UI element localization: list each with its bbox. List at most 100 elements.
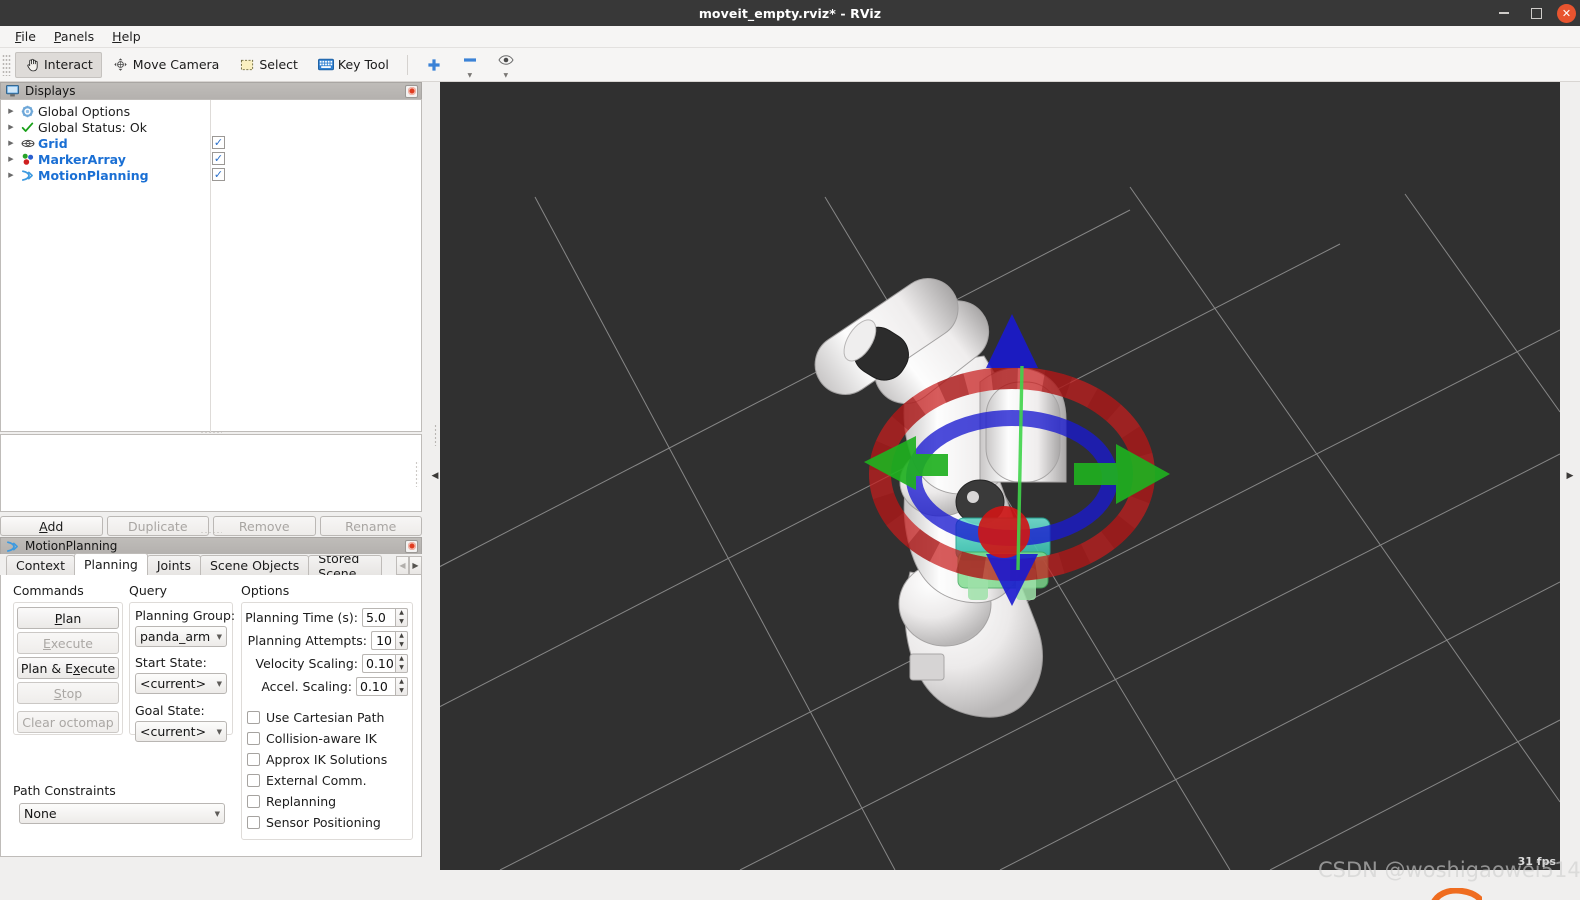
tab-joints[interactable]: Joints bbox=[146, 555, 201, 575]
chevron-down-icon-focus[interactable]: ▼ bbox=[504, 72, 509, 78]
planning-attempts-stepper[interactable]: ▲ ▼ bbox=[395, 631, 408, 650]
collision-aware-ik-label: Collision-aware IK bbox=[266, 731, 377, 746]
stop-button[interactable]: Stop bbox=[17, 682, 119, 704]
tab-planning[interactable]: Planning bbox=[73, 553, 148, 575]
right-dock-collapse-handle[interactable]: ▶ bbox=[1560, 82, 1580, 870]
velocity-scaling-spinner[interactable]: 0.10 ▲ ▼ bbox=[362, 654, 408, 673]
menu-file[interactable]: File bbox=[6, 27, 45, 46]
expand-arrow-icon[interactable]: ▶ bbox=[3, 139, 19, 147]
velocity-scaling-stepper[interactable]: ▲ ▼ bbox=[395, 654, 408, 673]
sensor-positioning-checkbox[interactable] bbox=[247, 816, 260, 829]
select-rectangle-icon bbox=[239, 57, 255, 73]
planning-time-spinner[interactable]: 5.0 ▲ ▼ bbox=[362, 608, 408, 627]
accel-scaling-stepper[interactable]: ▲ ▼ bbox=[395, 677, 408, 696]
tool-select[interactable]: Select bbox=[230, 52, 307, 78]
splitter-grip-dots bbox=[433, 424, 437, 446]
collision-aware-ik-checkbox[interactable] bbox=[247, 732, 260, 745]
display-item-motionplanning[interactable]: ▶ MotionPlanning ✓ bbox=[1, 167, 421, 183]
tab-stored-scene[interactable]: Stored Scene bbox=[308, 555, 383, 575]
start-state-combo[interactable]: <current> ▼ bbox=[135, 673, 227, 694]
planning-group-combo[interactable]: panda_arm ▼ bbox=[135, 626, 227, 647]
render-viewport-3d[interactable]: 31 fps bbox=[440, 82, 1560, 870]
goal-state-combo[interactable]: <current> ▼ bbox=[135, 721, 227, 742]
tab-scroll-left-button[interactable]: ◀ bbox=[396, 555, 409, 575]
chevron-down-icon: ▼ bbox=[216, 679, 222, 688]
chevron-down-icon[interactable]: ▼ bbox=[468, 72, 473, 78]
check-icon bbox=[19, 121, 36, 134]
menu-help[interactable]: Help bbox=[103, 27, 150, 46]
display-checkbox-motionplanning[interactable]: ✓ bbox=[212, 168, 225, 181]
approx-ik-solutions-row[interactable]: Approx IK Solutions bbox=[247, 750, 387, 769]
display-label-markerarray: MarkerArray bbox=[38, 151, 126, 167]
stop-button-mnemonic: S bbox=[53, 685, 62, 701]
display-checkbox-grid[interactable]: ✓ bbox=[212, 136, 225, 149]
maximize-button[interactable] bbox=[1525, 2, 1547, 24]
execute-button[interactable]: Execute bbox=[17, 632, 119, 654]
display-properties-area[interactable] bbox=[0, 434, 422, 512]
stepper-down-icon: ▼ bbox=[399, 686, 404, 694]
display-item-markerarray[interactable]: ▶ MarkerArray ✓ bbox=[1, 151, 421, 167]
tab-scroll-right-button[interactable]: ▶ bbox=[409, 555, 422, 575]
stepper-up-icon: ▲ bbox=[399, 609, 404, 617]
display-item-global-options[interactable]: ▶ Global Options bbox=[1, 103, 421, 119]
start-state-label: Start State: bbox=[135, 655, 207, 670]
toolbar: Interact Move Camera Select Key Tool ▼ ▼ bbox=[0, 48, 1580, 82]
expand-arrow-icon[interactable]: ▶ bbox=[3, 155, 19, 163]
menu-panels[interactable]: Panels bbox=[45, 27, 103, 46]
expand-arrow-icon[interactable]: ▶ bbox=[3, 171, 19, 179]
window-controls: ✕ bbox=[1493, 0, 1576, 26]
display-item-global-status[interactable]: ▶ Global Status: Ok bbox=[1, 119, 421, 135]
toolbar-drag-handle[interactable] bbox=[2, 53, 11, 76]
tab-scene-objects[interactable]: Scene Objects bbox=[199, 555, 310, 575]
replanning-checkbox[interactable] bbox=[247, 795, 260, 808]
plan-and-execute-button[interactable]: Plan & Execute bbox=[17, 657, 119, 679]
motionplanning-splitter[interactable] bbox=[0, 529, 422, 535]
stepper-down-icon: ▼ bbox=[399, 617, 404, 625]
expand-arrow-icon[interactable]: ▶ bbox=[3, 107, 19, 115]
tool-interact[interactable]: Interact bbox=[15, 51, 102, 78]
planning-time-label: Planning Time (s): bbox=[245, 610, 358, 625]
external-comm-checkbox[interactable] bbox=[247, 774, 260, 787]
collision-aware-ik-row[interactable]: Collision-aware IK bbox=[247, 729, 377, 748]
tool-move-camera[interactable]: Move Camera bbox=[104, 52, 229, 78]
use-cartesian-path-row[interactable]: Use Cartesian Path bbox=[247, 708, 384, 727]
motionplanning-panel-close-icon[interactable] bbox=[405, 539, 418, 553]
accel-scaling-value: 0.10 bbox=[356, 677, 395, 696]
velocity-scaling-label: Velocity Scaling: bbox=[255, 656, 359, 671]
minimize-button[interactable] bbox=[1493, 2, 1515, 24]
expand-arrow-icon[interactable]: ▶ bbox=[3, 123, 19, 131]
chevron-left-icon[interactable]: ◀ bbox=[432, 471, 439, 481]
sensor-positioning-row[interactable]: Sensor Positioning bbox=[247, 813, 381, 832]
use-cartesian-path-checkbox[interactable] bbox=[247, 711, 260, 724]
tab-joints-label: Joints bbox=[156, 558, 191, 573]
zoom-out-button[interactable]: ▼ bbox=[453, 52, 487, 78]
display-item-grid[interactable]: ▶ Grid ✓ bbox=[1, 135, 421, 151]
external-comm-label: External Comm. bbox=[266, 773, 367, 788]
external-comm-row[interactable]: External Comm. bbox=[247, 771, 367, 790]
displays-panel-close-icon[interactable] bbox=[405, 84, 418, 98]
left-dock-collapse-handle[interactable]: ◀ bbox=[430, 82, 440, 870]
accel-scaling-label: Accel. Scaling: bbox=[261, 679, 352, 694]
approx-ik-solutions-checkbox[interactable] bbox=[247, 753, 260, 766]
plan-button[interactable]: Plan bbox=[17, 607, 119, 629]
path-constraints-combo[interactable]: None ▼ bbox=[19, 803, 225, 824]
accel-scaling-spinner[interactable]: 0.10 ▲ ▼ bbox=[356, 677, 408, 696]
properties-resize-grip[interactable] bbox=[415, 461, 419, 487]
tool-interact-label: Interact bbox=[44, 57, 93, 72]
chevron-right-icon[interactable]: ▶ bbox=[1567, 471, 1574, 481]
plan-exec-pre: Plan & E bbox=[20, 660, 74, 676]
planning-attempts-row: Planning Attempts: 10 ▲ ▼ bbox=[246, 631, 408, 650]
zoom-in-button[interactable] bbox=[417, 52, 451, 78]
tab-context[interactable]: Context bbox=[6, 555, 75, 575]
execute-button-mnemonic: E bbox=[43, 635, 51, 651]
goal-state-label: Goal State: bbox=[135, 703, 205, 718]
displays-tree[interactable]: ▶ Global Options ▶ Global Status: Ok ▶ G… bbox=[0, 99, 422, 433]
replanning-row[interactable]: Replanning bbox=[247, 792, 336, 811]
planning-attempts-spinner[interactable]: 10 ▲ ▼ bbox=[371, 631, 408, 650]
display-checkbox-markerarray[interactable]: ✓ bbox=[212, 152, 225, 165]
focus-camera-button[interactable]: ▼ bbox=[489, 52, 523, 78]
planning-time-stepper[interactable]: ▲ ▼ bbox=[395, 608, 408, 627]
clear-octomap-button[interactable]: Clear octomap bbox=[17, 711, 119, 733]
tool-key-tool[interactable]: Key Tool bbox=[309, 52, 398, 78]
close-icon[interactable]: ✕ bbox=[1557, 3, 1576, 23]
